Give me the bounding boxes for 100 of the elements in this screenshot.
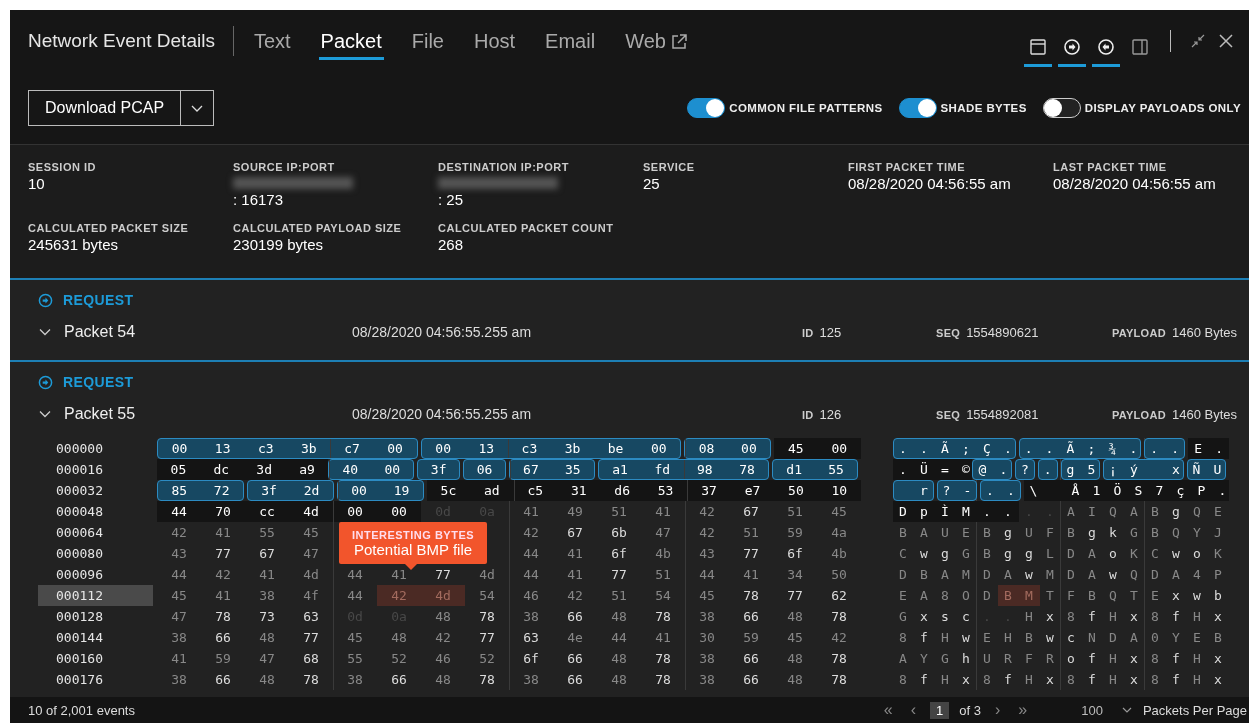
hex-byte: 42 <box>215 567 231 582</box>
ascii-text: o <box>1108 547 1120 560</box>
tab[interactable]: Text <box>251 22 293 60</box>
hex-byte: 66 <box>391 672 407 687</box>
ascii-text: w g <box>919 547 952 560</box>
ascii-text: U F <box>1024 526 1057 539</box>
hex-byte: 55 <box>259 525 275 540</box>
offset-label[interactable]: 000064 <box>38 522 153 543</box>
offset-label[interactable]: 000096 <box>38 564 153 585</box>
offset-label[interactable]: 000112 <box>38 585 153 606</box>
hex-byte: 47 <box>259 651 275 666</box>
hex-byte: 52 <box>479 651 495 666</box>
field-label: CALCULATED PACKET SIZE <box>28 222 189 234</box>
hex-byte: 44 <box>171 504 187 519</box>
offset-label[interactable]: 000144 <box>38 627 153 648</box>
hex-byte: e7 <box>744 483 761 498</box>
hex-byte: 41 <box>655 504 671 519</box>
field-value: 1460 Bytes <box>1171 324 1237 340</box>
hex-byte: 40 <box>342 462 359 477</box>
offset-label[interactable]: 000000 <box>38 438 153 459</box>
hex-byte: 42 <box>699 525 715 540</box>
hex-byte: 66 <box>215 672 231 687</box>
hex-byte: 66 <box>743 672 759 687</box>
hex-byte: 45 <box>303 525 319 540</box>
hex-byte: 44 <box>699 567 715 582</box>
field-value: 1460 Bytes <box>1171 406 1237 422</box>
hex-byte: 00 <box>387 441 403 456</box>
offset-label[interactable]: 000032 <box>38 480 153 501</box>
hex-byte: 2d <box>303 483 320 498</box>
hex-byte: 5c <box>440 483 457 498</box>
hex-byte: d1 <box>786 462 802 477</box>
hex-byte: 31 <box>570 483 587 498</box>
hex-byte: 06 <box>476 462 493 477</box>
toggle-switch[interactable] <box>687 98 726 118</box>
packet-time: 08/28/2020 04:56:55.255 am <box>352 324 533 340</box>
offset-label[interactable]: 000048 <box>38 501 153 522</box>
ascii-text: U R F R <box>982 652 1057 665</box>
offset-label[interactable]: 000016 <box>38 459 153 480</box>
hex-byte: 4d <box>303 567 319 582</box>
first-page-button[interactable]: « <box>879 701 897 719</box>
toggle-label: COMMON FILE PATTERNS <box>729 102 883 114</box>
ascii-text: @ . <box>977 463 1010 476</box>
hex-byte: 73 <box>259 609 275 624</box>
ascii-text: Q E <box>1192 505 1225 518</box>
offset-label[interactable]: 000160 <box>38 648 153 669</box>
hex-byte: 38 <box>347 672 363 687</box>
ascii-text: r <box>919 484 931 497</box>
page-number-field[interactable]: 1 <box>930 701 950 719</box>
hex-byte: 77 <box>611 567 627 582</box>
ascii-text: \ Å 1 Ö S 7 ç P . <box>1028 484 1229 497</box>
page-size-dropdown[interactable]: 100 <box>1081 702 1103 718</box>
ascii-text: C <box>898 547 910 560</box>
hex-byte: 41 <box>215 525 231 540</box>
field-value: 1554892081 <box>966 406 1039 422</box>
hex-byte: 72 <box>213 483 230 498</box>
ascii-text: w <box>1024 568 1036 581</box>
tab[interactable]: Host <box>472 22 518 60</box>
tab[interactable]: Email <box>543 22 598 60</box>
field-label: SOURCE IP:PORT <box>233 161 335 173</box>
tab[interactable]: File <box>409 22 446 60</box>
ascii-text: H <box>1192 652 1204 665</box>
hex-byte: 38 <box>171 630 187 645</box>
hex-byte: 38 <box>171 672 187 687</box>
hex-byte: 51 <box>611 588 627 603</box>
hex-byte: 59 <box>215 651 231 666</box>
previous-page-button[interactable]: ‹ <box>906 701 921 719</box>
hex-byte: cc <box>259 504 275 519</box>
hex-byte: 41 <box>655 630 671 645</box>
hex-byte: 78 <box>655 609 671 624</box>
toggle-switch[interactable] <box>898 98 937 118</box>
tab[interactable]: Packet <box>318 22 384 60</box>
next-page-button[interactable]: › <box>991 701 1005 719</box>
download-button[interactable]: Download PCAP <box>29 91 182 125</box>
offset-label[interactable]: 000128 <box>38 606 153 627</box>
offset-label[interactable]: 000080 <box>38 543 153 564</box>
hex-byte: 44 <box>347 588 363 603</box>
event-count: 10 of 2,001 events <box>28 702 135 718</box>
last-page-button[interactable]: » <box>1014 701 1032 719</box>
ascii-text: . . Ã ; ¾ . <box>1023 442 1141 455</box>
ascii-text: f <box>919 631 931 644</box>
ascii-text: K C <box>1129 547 1162 560</box>
field-value: 25 <box>643 175 660 192</box>
hex-byte: 48 <box>611 651 627 666</box>
hex-byte: 55 <box>347 651 363 666</box>
hex-byte: 67 <box>743 504 759 519</box>
hex-byte: 4b <box>655 546 671 561</box>
field-label: SEQ <box>936 408 961 421</box>
hex-byte: 41 <box>743 567 759 582</box>
hex-byte: 78 <box>479 672 495 687</box>
field-value: 1554890621 <box>966 324 1039 340</box>
ascii-text: f <box>1171 610 1183 623</box>
field-label: FIRST PACKET TIME <box>848 161 966 173</box>
hex-byte: 19 <box>393 483 410 498</box>
tab[interactable]: Web <box>623 22 691 60</box>
ascii-text: w c <box>1045 631 1078 644</box>
ascii-text: f <box>1087 610 1099 623</box>
offset-label[interactable]: 000176 <box>38 669 153 690</box>
toggle-switch[interactable] <box>1042 98 1081 118</box>
hex-byte: 42 <box>831 630 847 645</box>
ascii-text: A I Q A B <box>1066 505 1162 518</box>
